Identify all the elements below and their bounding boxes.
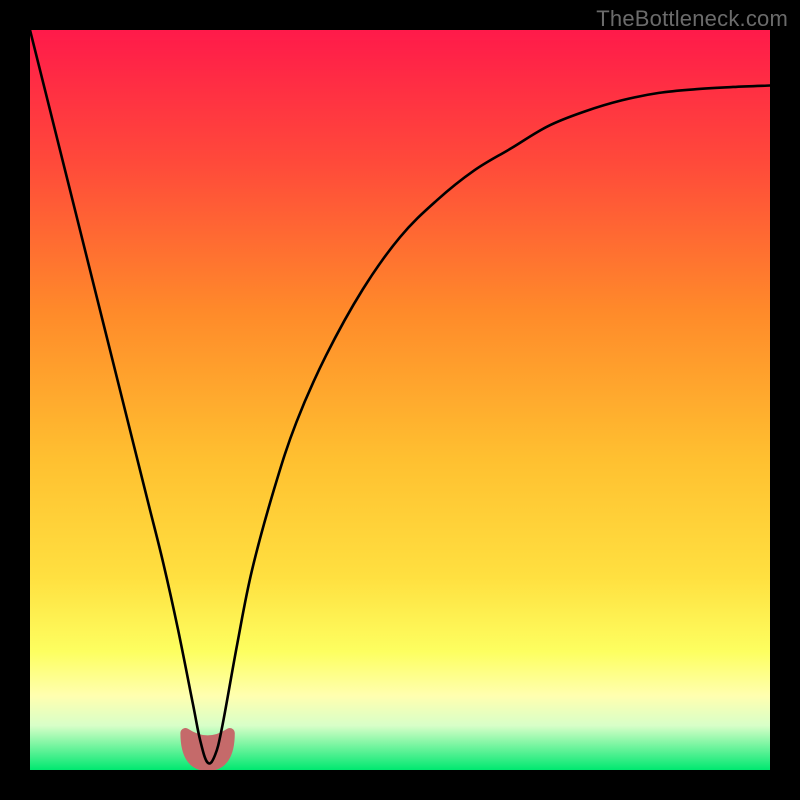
chart-frame [30,30,770,770]
chart-svg [30,30,770,770]
watermark-text: TheBottleneck.com [596,6,788,32]
gradient-background [30,30,770,770]
